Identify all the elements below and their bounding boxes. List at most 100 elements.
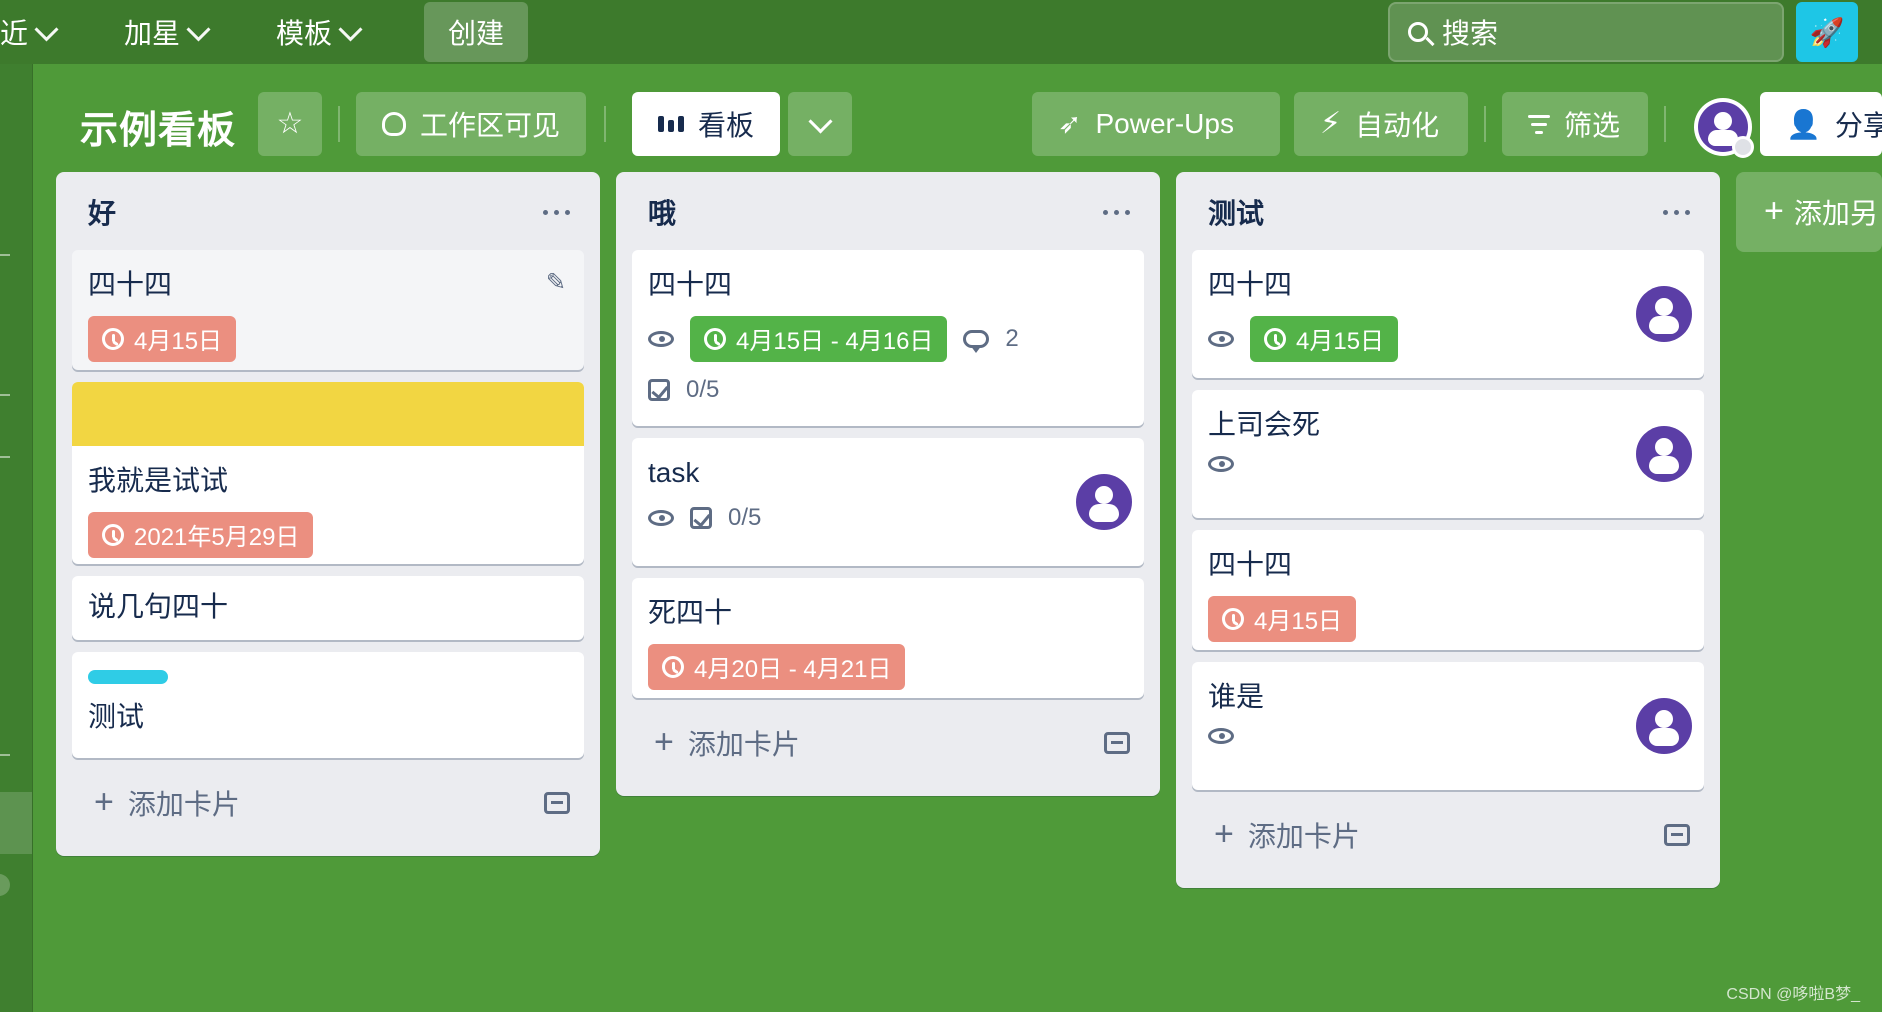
bolt-icon: ⚡ (1320, 107, 1342, 140)
checklist-progress: 0/5 (686, 375, 720, 403)
due-date-badge[interactable]: 2021年5月29日 (88, 511, 314, 558)
add-card-button[interactable]: + 添加卡片 (1192, 800, 1704, 870)
plus-icon: + (1214, 814, 1234, 853)
due-date-badge[interactable]: 4月15日 - 4月16日 (690, 315, 948, 362)
filter-button[interactable]: 筛选 (1502, 92, 1648, 156)
pencil-icon[interactable]: ✎ (546, 268, 566, 297)
create-label: 创建 (447, 18, 504, 49)
rocket-icon: 🚀 (1809, 16, 1845, 48)
card[interactable]: 死四十 4月20日 - 4月21日 (632, 578, 1144, 698)
templates-menu[interactable]: 模板 (276, 12, 363, 52)
card-member-avatar[interactable] (1636, 426, 1692, 482)
due-date-badge[interactable]: 4月15日 (1250, 315, 1399, 362)
board-icon (658, 116, 684, 132)
header-divider (604, 106, 606, 142)
share-label: 分享 (1834, 110, 1882, 141)
list-title[interactable]: 哦 (648, 192, 676, 232)
eye-icon (1208, 455, 1234, 472)
card-member-avatar[interactable] (1636, 286, 1692, 342)
list-title[interactable]: 测试 (1208, 192, 1264, 232)
eye-icon (1208, 727, 1234, 744)
label-yellow (72, 382, 584, 446)
clock-icon (102, 523, 124, 546)
board-title[interactable]: 示例看板 (80, 94, 236, 158)
add-person-icon: 👤 (1786, 108, 1821, 140)
card-title: 测试 (88, 701, 145, 732)
add-card-button[interactable]: + 添加卡片 (72, 768, 584, 838)
card-title: 四十四 (1208, 269, 1293, 300)
board-header: 示例看板 ☆ 工作区可见 看板 ➶ Power-Ups ⚡ 自动化 筛选 👤 分… (32, 64, 1882, 162)
card[interactable]: 四十四 4月15日 (1192, 250, 1704, 378)
card[interactable]: task 0/5 (632, 438, 1144, 566)
search-placeholder: 搜索 (1442, 18, 1499, 49)
header-divider (1664, 106, 1666, 142)
card-badges: 4月20日 - 4月21日 (648, 643, 1128, 690)
card-title: 谁是 (1208, 681, 1265, 712)
comment-icon (963, 329, 990, 353)
card[interactable]: 说几句四十 (72, 576, 584, 640)
chevron-down-icon (34, 16, 59, 42)
card[interactable]: 测试 (72, 652, 584, 758)
watermark: CSDN @哆啦B梦_ (1726, 986, 1860, 1003)
filter-icon (1528, 114, 1550, 134)
card[interactable]: 我就是试试 2021年5月29日 (72, 382, 584, 564)
card[interactable]: 谁是 (1192, 662, 1704, 790)
star-board-button[interactable]: ☆ (258, 92, 322, 156)
clock-icon (704, 327, 726, 350)
card[interactable]: 四十四 4月15日 (1192, 530, 1704, 650)
share-button[interactable]: 👤 分享 (1760, 92, 1882, 156)
card[interactable]: 四十四 ✎ 4月15日 (72, 250, 584, 370)
search-input[interactable]: 搜索 (1388, 2, 1784, 62)
workspace-visible-button[interactable]: 工作区可见 (356, 92, 586, 156)
view-board-button[interactable]: 看板 (632, 92, 780, 156)
eye-icon (648, 509, 674, 526)
board-member-avatar[interactable] (1694, 98, 1754, 158)
card-member-avatar[interactable] (1076, 474, 1132, 530)
clock-icon (662, 655, 684, 678)
card-badges (1208, 727, 1688, 744)
card-member-avatar[interactable] (1636, 698, 1692, 754)
list-menu-icon[interactable] (1103, 209, 1130, 215)
starred-menu[interactable]: 加星 (124, 12, 211, 52)
card-badges (1208, 455, 1688, 472)
card-title: 四十四 (88, 269, 173, 300)
people-icon (382, 112, 406, 136)
add-list-button[interactable]: + 添加另 (1736, 172, 1882, 252)
notifications-button[interactable]: 🚀 (1796, 2, 1858, 62)
template-icon[interactable] (1664, 824, 1690, 846)
powerups-button[interactable]: ➶ Power-Ups (1032, 92, 1280, 156)
eye-icon (648, 330, 674, 347)
list-menu-icon[interactable] (1663, 209, 1690, 215)
automation-button[interactable]: ⚡ 自动化 (1294, 92, 1468, 156)
due-date-text: 4月15日 (1296, 328, 1385, 356)
template-icon[interactable] (1104, 732, 1130, 754)
card[interactable]: 四十四 4月15日 - 4月16日 2 0/5 (632, 250, 1144, 426)
add-card-label: 添加卡片 (127, 789, 240, 820)
chevron-down-icon (338, 16, 363, 42)
checklist-icon (648, 378, 670, 401)
list-menu-icon[interactable] (543, 209, 570, 215)
rail-selected-item[interactable] (0, 792, 32, 854)
card-badges: 4月15日 (1208, 315, 1688, 362)
chevron-down-icon (186, 16, 211, 42)
due-date-badge[interactable]: 4月15日 (1208, 595, 1357, 642)
due-date-badge[interactable]: 4月20日 - 4月21日 (648, 643, 906, 690)
due-date-text: 4月15日 (134, 328, 223, 356)
due-date-badge[interactable]: 4月15日 (88, 315, 237, 362)
card-title: 说几句四十 (88, 591, 229, 622)
create-button[interactable]: 创建 (424, 2, 528, 62)
list-title[interactable]: 好 (88, 192, 116, 232)
recent-menu[interactable]: 近 (0, 12, 59, 52)
rail-divider (0, 394, 10, 396)
automation-label: 自动化 (1355, 110, 1440, 141)
rail-collapse-handle[interactable] (0, 874, 10, 896)
filter-label: 筛选 (1564, 110, 1621, 141)
add-card-button[interactable]: + 添加卡片 (632, 708, 1144, 778)
clock-icon (1222, 607, 1244, 630)
card-badges: 2021年5月29日 (88, 511, 568, 558)
template-icon[interactable] (544, 792, 570, 814)
due-date-text: 4月15日 (1254, 608, 1343, 636)
member-badge (1732, 136, 1754, 158)
view-switcher-button[interactable] (788, 92, 852, 156)
card[interactable]: 上司会死 (1192, 390, 1704, 518)
